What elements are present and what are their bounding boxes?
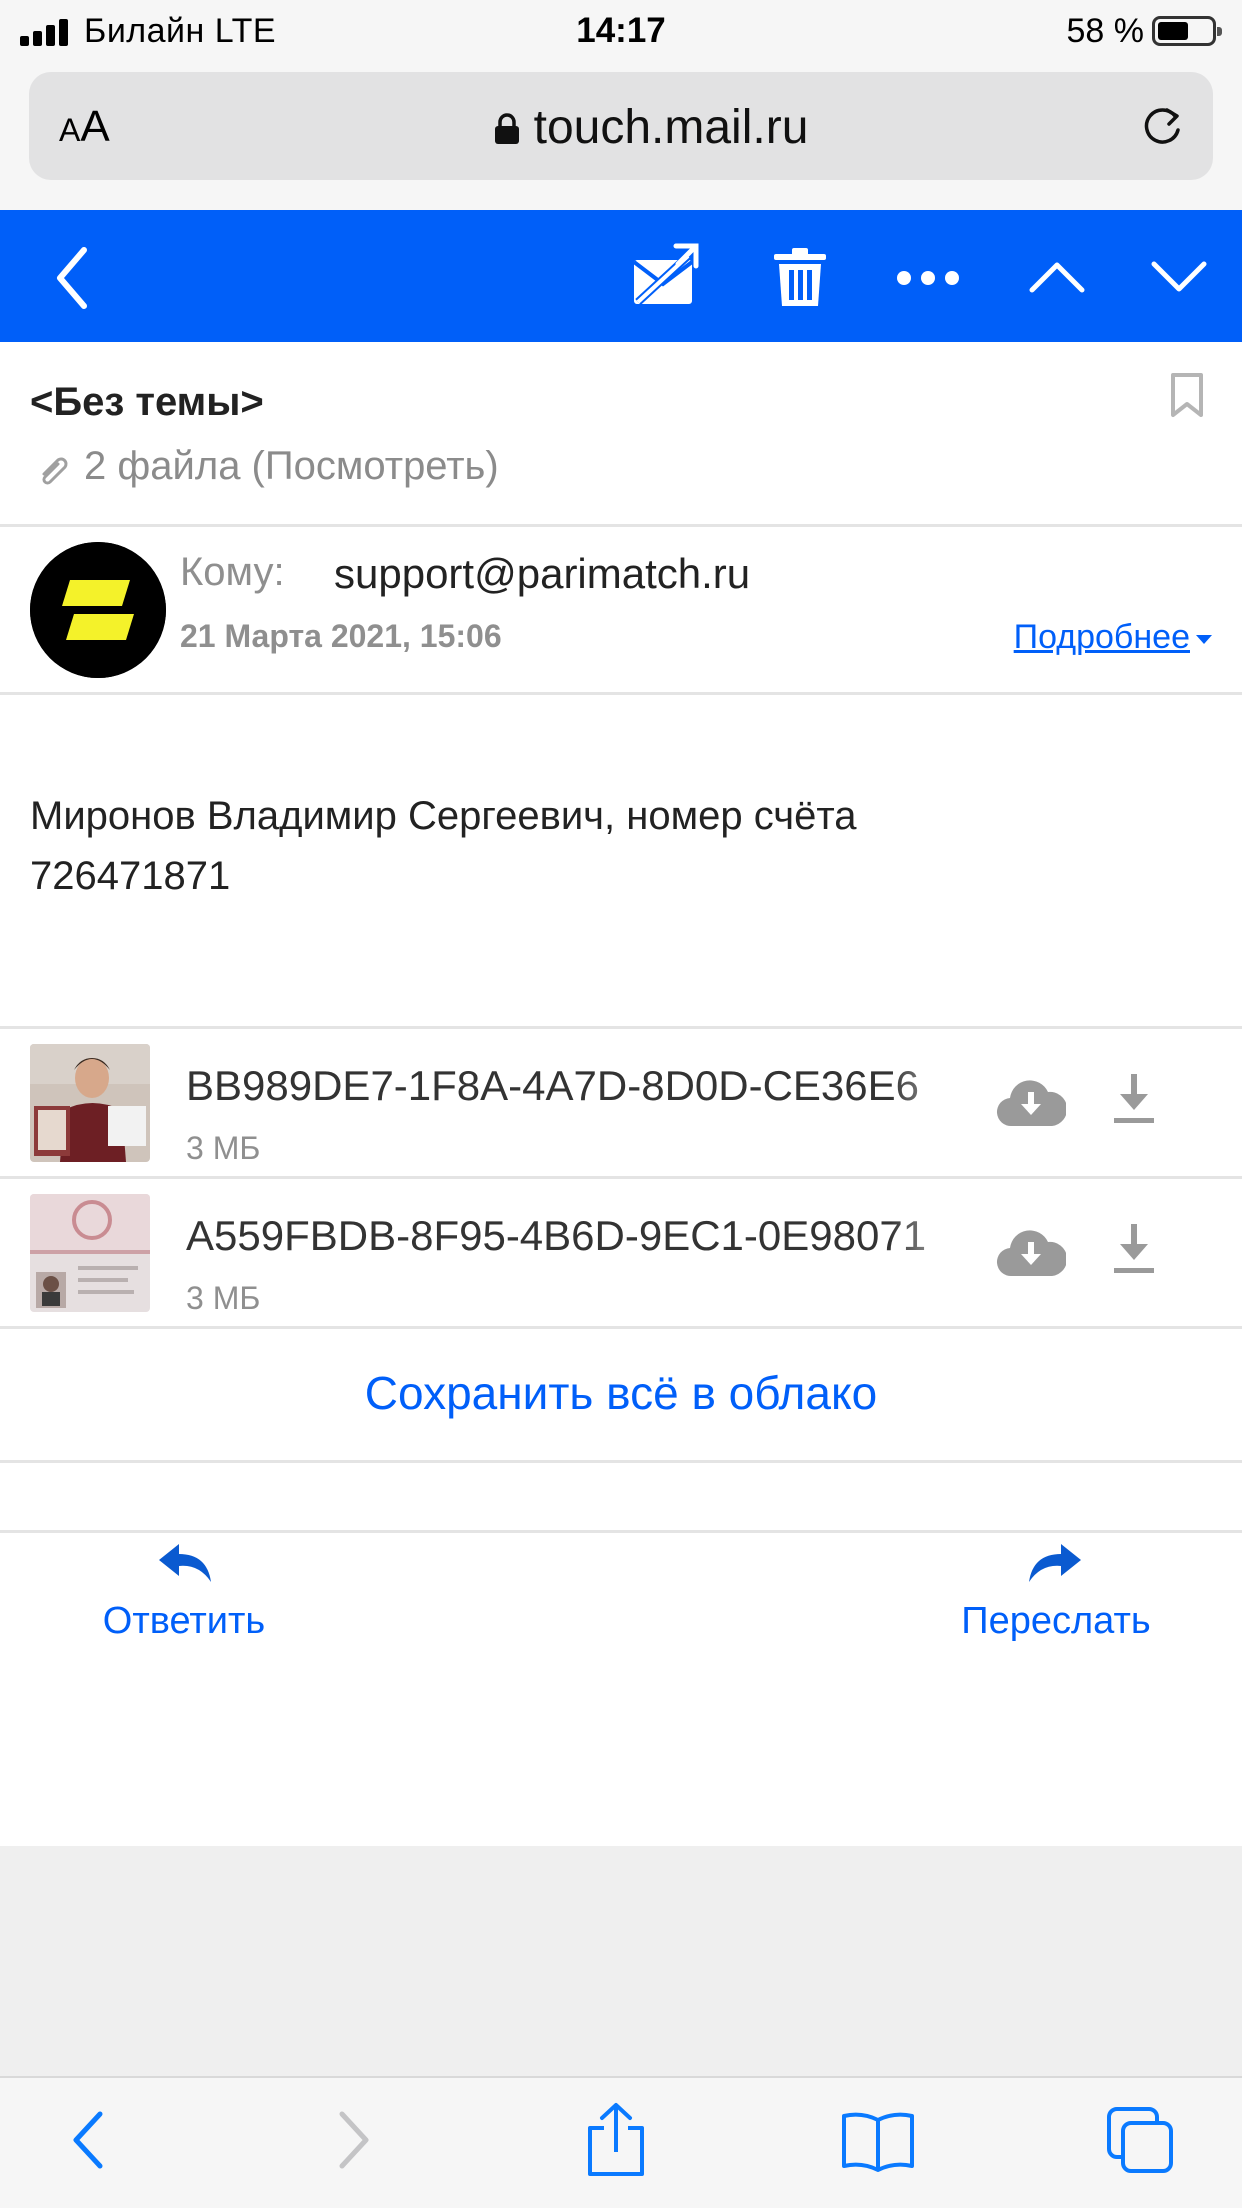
- divider: [0, 524, 1242, 527]
- page-footer-area: [0, 1846, 1242, 2076]
- parimatch-logo-icon: [30, 542, 166, 678]
- caret-down-icon: [1196, 634, 1212, 644]
- spam-mail-icon[interactable]: [630, 242, 704, 308]
- download-icon[interactable]: [1112, 1220, 1156, 1276]
- more-dots-icon[interactable]: [896, 268, 960, 288]
- attachment-item[interactable]: A559FBDB-8F95-4B6D-9EC1-0E98071 3 МБ: [0, 1180, 1242, 1328]
- reply-label: Ответить: [102, 1600, 266, 1642]
- download-icon[interactable]: [1112, 1070, 1156, 1126]
- browser-forward-icon[interactable]: [334, 2108, 374, 2172]
- clock: 14:17: [576, 11, 666, 50]
- attachment-thumbnail[interactable]: [30, 1044, 150, 1162]
- divider: [0, 1530, 1242, 1533]
- forward-icon: [1029, 1544, 1081, 1582]
- divider: [0, 1176, 1242, 1179]
- to-label: Кому:: [180, 550, 285, 594]
- lock-icon: [494, 113, 519, 144]
- share-icon[interactable]: [584, 2102, 648, 2178]
- forward-button[interactable]: Переслать: [934, 1540, 1178, 1643]
- back-chevron-icon[interactable]: [52, 246, 92, 310]
- forward-label: Переслать: [961, 1600, 1151, 1642]
- attachments-summary-link[interactable]: 2 файла (Посмотреть): [36, 444, 499, 489]
- save-all-to-cloud-button[interactable]: Сохранить всё в облако: [0, 1366, 1242, 1420]
- message-body: Миронов Владимир Сергеевич, номер счёта …: [30, 794, 857, 898]
- divider: [0, 1326, 1242, 1329]
- divider: [0, 1026, 1242, 1029]
- browser-back-icon[interactable]: [68, 2108, 108, 2172]
- save-to-cloud-icon[interactable]: [996, 1072, 1066, 1130]
- chevron-down-icon[interactable]: [1150, 260, 1208, 294]
- battery-percent: 58 %: [1066, 12, 1145, 50]
- message-date: 21 Марта 2021, 15:06: [180, 618, 502, 654]
- paperclip-icon: [42, 457, 68, 485]
- browser-toolbar: [0, 2076, 1242, 2208]
- recipient-address[interactable]: support@parimatch.ru: [334, 550, 750, 598]
- save-to-cloud-icon[interactable]: [996, 1222, 1066, 1280]
- divider: [0, 1460, 1242, 1463]
- attachment-size: 3 МБ: [186, 1280, 261, 1316]
- bookmarks-icon[interactable]: [840, 2110, 916, 2172]
- mail-toolbar: [0, 210, 1242, 342]
- reload-icon[interactable]: [1137, 102, 1187, 152]
- details-link[interactable]: Подробнее: [1014, 618, 1212, 657]
- reply-button[interactable]: Ответить: [84, 1540, 284, 1643]
- chevron-up-icon[interactable]: [1028, 260, 1086, 294]
- avatar: [30, 542, 166, 678]
- bookmark-icon[interactable]: [1170, 372, 1204, 418]
- reply-icon: [159, 1544, 211, 1582]
- tabs-icon[interactable]: [1106, 2106, 1176, 2174]
- url-text[interactable]: touch.mail.ru: [29, 100, 1213, 155]
- status-bar: Билайн LTE 14:17 58 %: [0, 0, 1242, 62]
- address-bar[interactable]: AA touch.mail.ru: [29, 72, 1213, 180]
- attachment-name[interactable]: A559FBDB-8F95-4B6D-9EC1-0E98071: [186, 1212, 986, 1260]
- browser-header: AA touch.mail.ru: [0, 62, 1242, 210]
- attachment-item[interactable]: BB989DE7-1F8A-4A7D-8D0D-CE36E6 3 МБ: [0, 1030, 1242, 1178]
- attachment-name[interactable]: BB989DE7-1F8A-4A7D-8D0D-CE36E6: [186, 1062, 986, 1110]
- divider: [0, 692, 1242, 695]
- message-subject: <Без темы>: [30, 380, 264, 424]
- trash-icon[interactable]: [772, 246, 828, 308]
- battery-icon: [1152, 16, 1222, 46]
- attachment-thumbnail[interactable]: [30, 1194, 150, 1312]
- attachment-size: 3 МБ: [186, 1130, 261, 1166]
